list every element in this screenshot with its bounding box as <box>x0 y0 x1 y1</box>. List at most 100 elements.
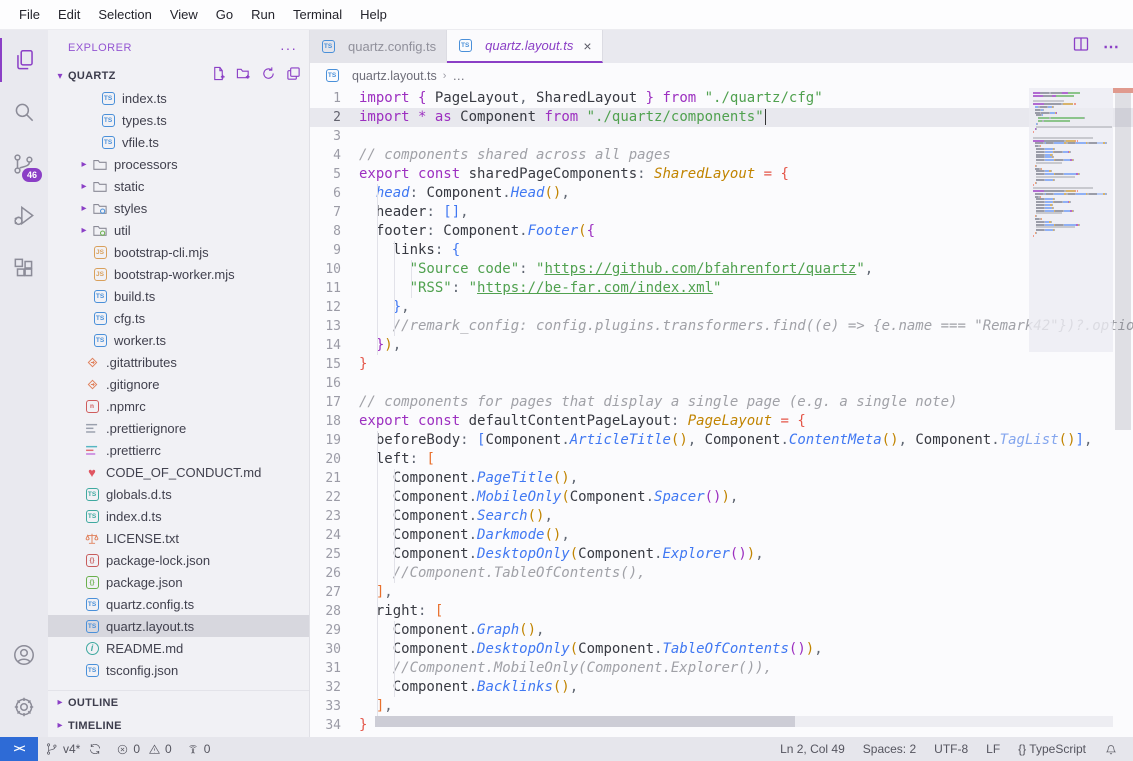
tree-item--prettierrc[interactable]: .prettierrc <box>48 439 309 461</box>
code-line-33[interactable]: 33 ], <box>310 697 1133 716</box>
horizontal-scrollbar-slider[interactable] <box>375 716 795 727</box>
tree-item-tsconfig-json[interactable]: TStsconfig.json <box>48 659 309 681</box>
tree-item-util[interactable]: ▸util <box>48 219 309 241</box>
code-line-5[interactable]: 5export const sharedPageComponents: Shar… <box>310 165 1133 184</box>
menu-selection[interactable]: Selection <box>89 3 160 26</box>
settings-gear-icon[interactable] <box>0 685 48 729</box>
tree-item-worker-ts[interactable]: TSworker.ts <box>48 329 309 351</box>
tree-item--gitattributes[interactable]: .gitattributes <box>48 351 309 373</box>
code-line-9[interactable]: 9 links: { <box>310 241 1133 260</box>
minimap[interactable] <box>1029 88 1113 352</box>
code-line-21[interactable]: 21 Component.PageTitle(), <box>310 469 1133 488</box>
breadcrumb-file[interactable]: quartz.layout.ts <box>352 69 437 83</box>
menu-terminal[interactable]: Terminal <box>284 3 351 26</box>
ports-item[interactable]: 0 <box>179 737 218 761</box>
tree-item-quartz-layout-ts[interactable]: TSquartz.layout.ts <box>48 615 309 637</box>
chevron-right-icon[interactable]: ▸ <box>76 181 92 192</box>
code-line-24[interactable]: 24 Component.Darkmode(), <box>310 526 1133 545</box>
tree-item-package-json[interactable]: {}package.json <box>48 571 309 593</box>
code-line-28[interactable]: 28 right: [ <box>310 602 1133 621</box>
outline-section[interactable]: ▸ OUTLINE <box>48 691 309 714</box>
code-line-7[interactable]: 7 header: [], <box>310 203 1133 222</box>
chevron-right-icon[interactable]: ▸ <box>76 159 92 170</box>
code-line-23[interactable]: 23 Component.Search(), <box>310 507 1133 526</box>
tree-item-package-lock-json[interactable]: {}package-lock.json <box>48 549 309 571</box>
code-line-26[interactable]: 26 //Component.TableOfContents(), <box>310 564 1133 583</box>
code-line-1[interactable]: 1import { PageLayout, SharedLayout } fro… <box>310 89 1133 108</box>
code-line-12[interactable]: 12 }, <box>310 298 1133 317</box>
tree-item-types-ts[interactable]: TStypes.ts <box>48 109 309 131</box>
menu-help[interactable]: Help <box>351 3 396 26</box>
tree-item-code-of-conduct-md[interactable]: ♥CODE_OF_CONDUCT.md <box>48 461 309 483</box>
source-control-icon[interactable]: 46 <box>0 142 48 186</box>
code-line-3[interactable]: 3 <box>310 127 1133 146</box>
tree-item-license-txt[interactable]: LICENSE.txt <box>48 527 309 549</box>
status-language-mode[interactable]: {} TypeScript <box>1009 737 1095 761</box>
tree-item-bootstrap-cli-mjs[interactable]: JSbootstrap-cli.mjs <box>48 241 309 263</box>
problems-item[interactable]: 0 0 <box>109 737 178 761</box>
code-line-6[interactable]: 6 head: Component.Head(), <box>310 184 1133 203</box>
vertical-scrollbar-slider[interactable] <box>1115 88 1131 430</box>
code-line-20[interactable]: 20 left: [ <box>310 450 1133 469</box>
tree-item-quartz-config-ts[interactable]: TSquartz.config.ts <box>48 593 309 615</box>
run-debug-icon[interactable] <box>0 194 48 238</box>
code-line-19[interactable]: 19 beforeBody: [Component.ArticleTitle()… <box>310 431 1133 450</box>
code-line-22[interactable]: 22 Component.MobileOnly(Component.Spacer… <box>310 488 1133 507</box>
code-line-15[interactable]: 15} <box>310 355 1133 374</box>
tree-item-index-d-ts[interactable]: TSindex.d.ts <box>48 505 309 527</box>
extensions-icon[interactable] <box>0 246 48 290</box>
tree-item--prettierignore[interactable]: .prettierignore <box>48 417 309 439</box>
code-line-18[interactable]: 18export const defaultContentPageLayout:… <box>310 412 1133 431</box>
menu-file[interactable]: File <box>10 3 49 26</box>
bell-icon[interactable] <box>1095 737 1127 761</box>
vertical-scrollbar[interactable] <box>1113 88 1133 737</box>
search-icon[interactable] <box>0 90 48 134</box>
sidebar-more-actions[interactable]: ··· <box>280 40 297 56</box>
close-icon[interactable]: × <box>583 38 591 54</box>
chevron-right-icon[interactable]: ▸ <box>76 225 92 236</box>
code-area[interactable]: 1import { PageLayout, SharedLayout } fro… <box>310 88 1133 737</box>
tab-quartz-config-ts[interactable]: TSquartz.config.ts <box>310 30 447 63</box>
workspace-section-header[interactable]: ▾ QUARTZ <box>48 65 309 87</box>
explorer-icon[interactable] <box>0 38 48 82</box>
tree-item-styles[interactable]: ▸styles <box>48 197 309 219</box>
code-line-32[interactable]: 32 Component.Backlinks(), <box>310 678 1133 697</box>
status-encoding[interactable]: UTF-8 <box>925 737 977 761</box>
breadcrumb-symbol[interactable]: … <box>452 69 465 83</box>
remote-indicator[interactable]: >< <box>0 737 38 761</box>
menu-view[interactable]: View <box>161 3 207 26</box>
tree-item-static[interactable]: ▸static <box>48 175 309 197</box>
tree-item--npmrc[interactable]: n.npmrc <box>48 395 309 417</box>
git-branch-item[interactable]: v4* <box>38 737 109 761</box>
account-icon[interactable] <box>0 633 48 677</box>
status-cursor-position[interactable]: Ln 2, Col 49 <box>771 737 854 761</box>
status-indentation[interactable]: Spaces: 2 <box>854 737 925 761</box>
tree-item-globals-d-ts[interactable]: TSglobals.d.ts <box>48 483 309 505</box>
code-line-13[interactable]: 13 //remark_config: config.plugins.trans… <box>310 317 1133 336</box>
refresh-icon[interactable] <box>261 66 276 86</box>
code-line-4[interactable]: 4// components shared across all pages <box>310 146 1133 165</box>
menu-run[interactable]: Run <box>242 3 284 26</box>
menu-edit[interactable]: Edit <box>49 3 89 26</box>
tree-item-processors[interactable]: ▸processors <box>48 153 309 175</box>
tree-item-cfg-ts[interactable]: TScfg.ts <box>48 307 309 329</box>
tree-item-vfile-ts[interactable]: TSvfile.ts <box>48 131 309 153</box>
tab-quartz-layout-ts[interactable]: TSquartz.layout.ts× <box>447 30 602 63</box>
code-line-14[interactable]: 14 }), <box>310 336 1133 355</box>
code-line-16[interactable]: 16 <box>310 374 1133 393</box>
tree-item-bootstrap-worker-mjs[interactable]: JSbootstrap-worker.mjs <box>48 263 309 285</box>
tree-item--gitignore[interactable]: .gitignore <box>48 373 309 395</box>
tree-item-build-ts[interactable]: TSbuild.ts <box>48 285 309 307</box>
code-line-8[interactable]: 8 footer: Component.Footer({ <box>310 222 1133 241</box>
status-eol[interactable]: LF <box>977 737 1009 761</box>
horizontal-scrollbar[interactable] <box>375 716 1113 727</box>
new-folder-icon[interactable] <box>236 66 251 86</box>
menu-go[interactable]: Go <box>207 3 242 26</box>
tree-item-readme-md[interactable]: iREADME.md <box>48 637 309 659</box>
code-line-11[interactable]: 11 "RSS": "https://be-far.com/index.xml" <box>310 279 1133 298</box>
code-line-29[interactable]: 29 Component.Graph(), <box>310 621 1133 640</box>
timeline-section[interactable]: ▸ TIMELINE <box>48 714 309 737</box>
new-file-icon[interactable] <box>211 66 226 86</box>
collapse-folders-icon[interactable] <box>286 66 301 86</box>
split-editor-icon[interactable] <box>1073 36 1089 57</box>
